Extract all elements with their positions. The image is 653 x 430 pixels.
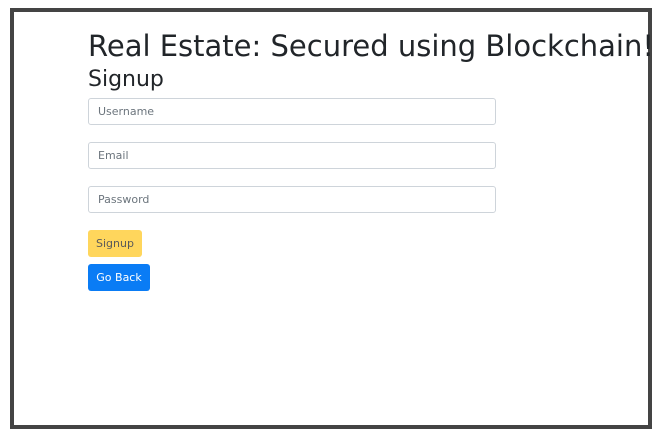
username-input[interactable]: [88, 98, 496, 125]
go-back-button[interactable]: Go Back: [88, 264, 150, 291]
email-input[interactable]: [88, 142, 496, 169]
form-heading: Signup: [88, 67, 164, 92]
signup-form: Signup Go Back: [88, 98, 608, 291]
signup-container: Real Estate: Secured using Blockchain! S…: [88, 28, 653, 291]
password-input[interactable]: [88, 186, 496, 213]
signup-button[interactable]: Signup: [88, 230, 142, 257]
page-title: Real Estate: Secured using Blockchain!: [88, 29, 653, 63]
app-window: Real Estate: Secured using Blockchain! S…: [0, 0, 653, 430]
